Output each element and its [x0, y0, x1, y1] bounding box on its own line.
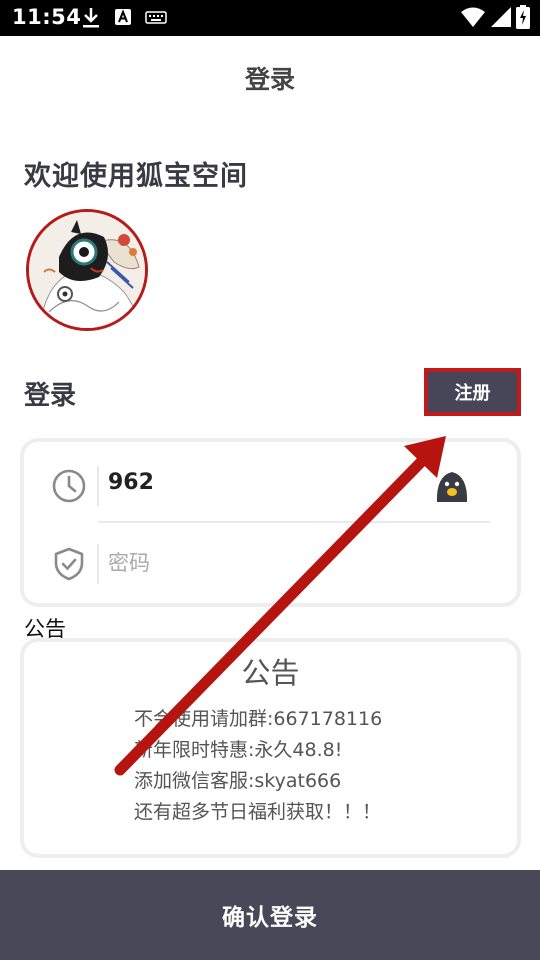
status-time: 11:54 — [12, 5, 82, 29]
notice-section-label: 公告 — [24, 617, 66, 641]
notice-card: 公告 不会使用请加群:667178116 新年限时特惠:永久48.8! 添加微信… — [24, 642, 517, 854]
wifi-icon — [461, 7, 485, 27]
mascot-icon[interactable] — [434, 468, 470, 504]
confirm-login-button[interactable]: 确认登录 — [0, 870, 540, 960]
login-form-card: 962 — [24, 442, 517, 603]
notice-lines: 不会使用请加群:667178116 新年限时特惠:永久48.8! 添加微信客服:… — [134, 704, 382, 828]
username-input[interactable]: 962 — [108, 470, 154, 495]
password-divider — [97, 544, 99, 584]
login-section-label: 登录 — [24, 381, 77, 411]
a-text-icon — [115, 9, 131, 25]
clock-icon — [52, 469, 86, 503]
username-divider — [97, 466, 99, 506]
username-row[interactable]: 962 — [24, 446, 517, 522]
page-title: 登录 — [244, 65, 295, 94]
password-field[interactable] — [108, 544, 408, 582]
notice-line: 新年限时特惠:永久48.8! — [134, 739, 343, 761]
password-row[interactable] — [24, 524, 517, 600]
signal-icon — [491, 7, 511, 27]
avatar — [26, 209, 148, 331]
shield-check-icon — [54, 547, 84, 581]
welcome-heading: 欢迎使用狐宝空间 — [24, 161, 248, 192]
keyboard-icon — [145, 11, 167, 24]
notice-line: 还有超多节日福利获取！！！ — [134, 801, 382, 823]
notice-line: 不会使用请加群:667178116 — [134, 708, 383, 730]
status-bar: 11:54 — [0, 0, 540, 36]
notice-line: 添加微信客服:skyat666 — [134, 770, 342, 792]
download-icon — [83, 8, 99, 28]
form-divider — [98, 521, 490, 523]
battery-icon — [516, 5, 530, 29]
notice-title: 公告 — [241, 656, 300, 690]
register-button[interactable]: 注册 — [424, 368, 521, 416]
